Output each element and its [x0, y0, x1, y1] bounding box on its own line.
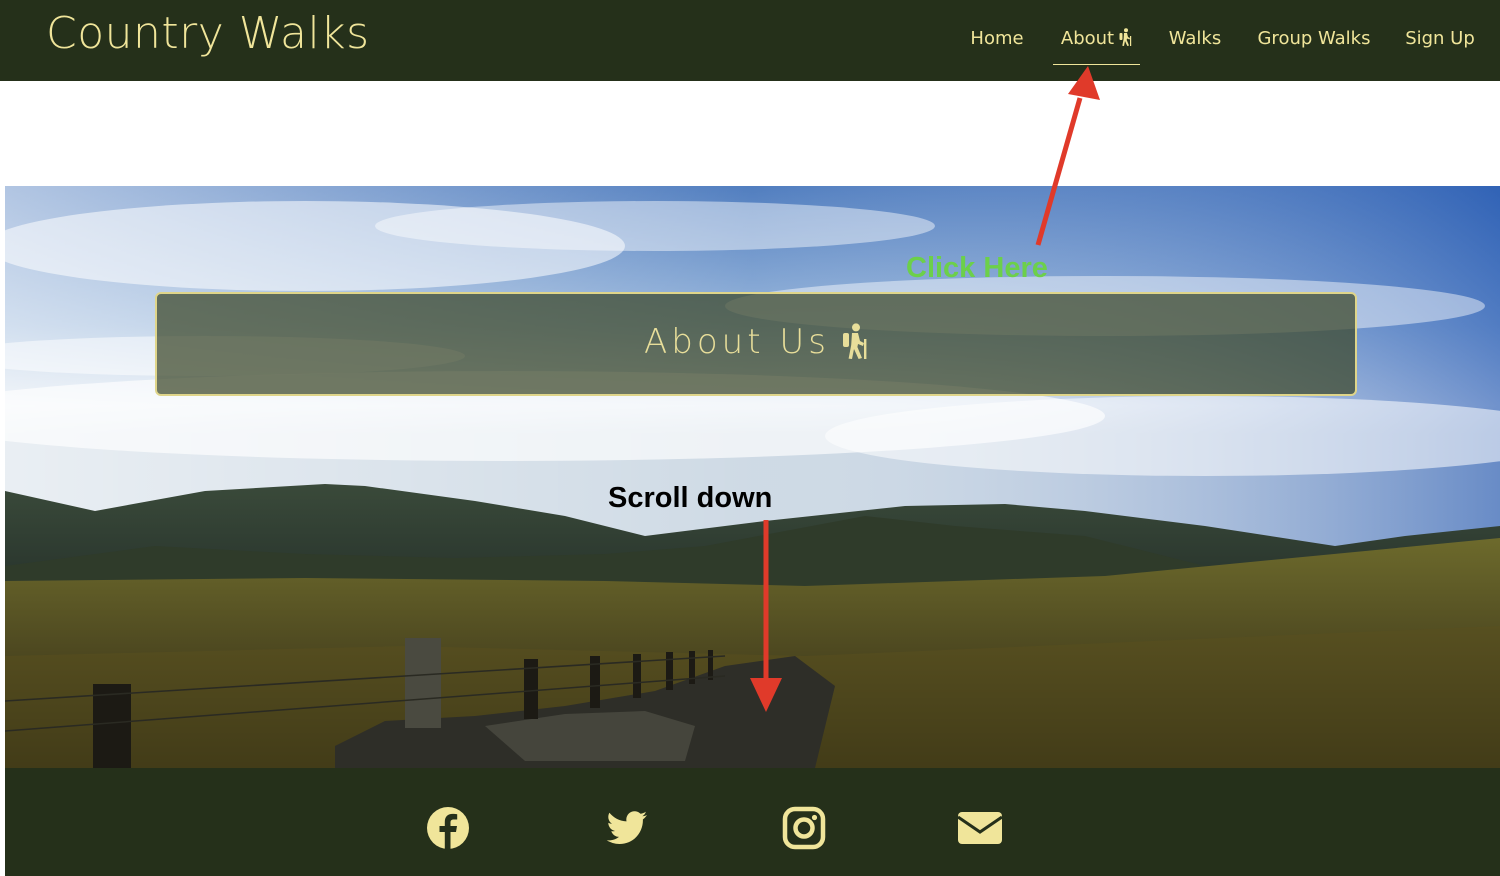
hero-image — [5, 186, 1500, 768]
hiking-icon — [1119, 28, 1132, 46]
nav-group-walks[interactable]: Group Walks — [1255, 28, 1373, 64]
navbar: Country Walks Home About Walks Group Wal… — [0, 0, 1500, 81]
mountain-landscape-photo — [5, 186, 1500, 768]
nav-group-walks-label: Group Walks — [1257, 28, 1371, 49]
instagram-icon[interactable] — [780, 804, 828, 852]
nav-home-label: Home — [970, 28, 1024, 49]
nav-sign-up-label: Sign Up — [1405, 28, 1475, 49]
nav-walks[interactable]: Walks — [1166, 28, 1224, 64]
facebook-icon[interactable] — [424, 804, 472, 852]
twitter-icon[interactable] — [603, 804, 651, 852]
nav-about-label: About — [1060, 28, 1115, 49]
envelope-icon[interactable] — [956, 804, 1004, 852]
brand-logo[interactable]: Country Walks — [46, 8, 370, 59]
nav-walks-label: Walks — [1168, 28, 1222, 49]
about-us-title: About Us — [644, 322, 830, 362]
nav-sign-up[interactable]: Sign Up — [1403, 28, 1477, 64]
nav-about[interactable]: About — [1053, 28, 1140, 65]
scroll-down-annotation: Scroll down — [608, 482, 773, 514]
hiking-icon — [842, 323, 867, 359]
footer — [5, 768, 1500, 876]
click-here-annotation: Click Here — [906, 252, 1048, 284]
nav-home[interactable]: Home — [966, 28, 1028, 64]
about-us-banner: About Us — [155, 292, 1357, 396]
